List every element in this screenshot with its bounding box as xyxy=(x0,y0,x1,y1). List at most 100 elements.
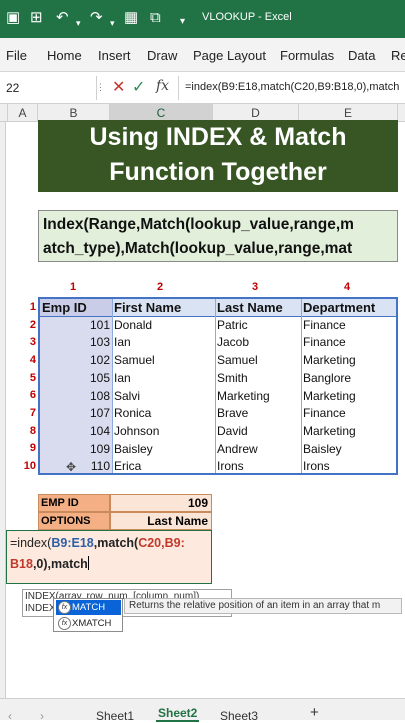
table-cell[interactable]: Finance xyxy=(301,334,396,352)
cell-editor[interactable]: =index(B9:E18,match(C20,B9: B18,0),match xyxy=(6,530,212,584)
table-cell[interactable]: Ian xyxy=(112,370,215,388)
table-cell[interactable]: Samuel xyxy=(215,352,301,370)
table-cell[interactable]: Samuel xyxy=(112,352,215,370)
title-bar: ▣ ⊞ ↶ ▾ ↷ ▾ ▦ ⧉ ▾ VLOOKUP - Excel xyxy=(0,0,405,38)
tab-page-layout[interactable]: Page Layout xyxy=(193,48,266,63)
table-cell[interactable]: Banglore xyxy=(301,370,396,388)
table-cell[interactable]: Irons xyxy=(301,458,396,473)
table-cell[interactable]: Brave xyxy=(215,405,301,423)
select-all-corner[interactable] xyxy=(0,104,8,122)
row-header-strip xyxy=(0,122,6,698)
table-cell[interactable]: 109 xyxy=(40,441,112,459)
header-last-name[interactable]: Last Name xyxy=(215,299,301,317)
row-index: 10 xyxy=(23,460,36,472)
tab-file[interactable]: File xyxy=(6,48,27,63)
tab-formulas[interactable]: Formulas xyxy=(280,48,334,63)
table-cell[interactable]: 105 xyxy=(40,370,112,388)
table-cell[interactable]: 107 xyxy=(40,405,112,423)
table-cell[interactable]: David xyxy=(215,423,301,441)
table-cell[interactable]: Andrew xyxy=(215,441,301,459)
row-index: 3 xyxy=(29,336,36,348)
table-cell[interactable]: Donald xyxy=(112,317,215,335)
redo-icon[interactable]: ↷ xyxy=(90,9,103,27)
table-cell[interactable]: Jacob xyxy=(215,334,301,352)
row-index: 7 xyxy=(29,407,36,419)
banner-line-1: Using INDEX & Match xyxy=(89,123,347,151)
header-first-name[interactable]: First Name xyxy=(112,299,215,317)
options-input[interactable]: Last Name xyxy=(110,512,212,530)
tab-insert[interactable]: Insert xyxy=(98,48,131,63)
employee-table: Emp ID First Name Last Name Department 1… xyxy=(38,297,398,475)
syntax-line-2: atch_type),Match(lookup_value,range,mat xyxy=(43,240,353,257)
column-divider xyxy=(112,299,113,473)
autocomplete-item[interactable]: fx XMATCH xyxy=(56,616,121,631)
table-cell[interactable]: Irons xyxy=(215,458,301,473)
function-icon: fx xyxy=(58,617,71,630)
table-cell[interactable]: 103 xyxy=(40,334,112,352)
table-cell[interactable]: Ian xyxy=(112,334,215,352)
ribbon-tabs: File Home Insert Draw Page Layout Formul… xyxy=(0,38,405,72)
editor-range-ref: B9:E18 xyxy=(51,536,94,550)
title-banner[interactable]: Using INDEX & Match Function Together xyxy=(38,120,398,192)
table-cell[interactable]: 101 xyxy=(40,317,112,335)
options-label: OPTIONS xyxy=(38,512,110,530)
table-cell[interactable]: 102 xyxy=(40,352,112,370)
autocomplete-item[interactable]: fx MATCH xyxy=(56,600,121,615)
table-cell[interactable]: Salvi xyxy=(112,388,215,406)
undo-icon[interactable]: ↶ xyxy=(56,9,69,27)
cancel-icon[interactable]: ✕ xyxy=(112,77,125,97)
table-cell[interactable]: Johnson xyxy=(112,423,215,441)
table-icon[interactable]: ⊞ xyxy=(30,9,43,27)
table-cell[interactable]: Marketing xyxy=(215,388,301,406)
formula-bar: 22 ⋮ ✕ ✓ fx =index(B9:E18,match(C20,B9:B… xyxy=(0,72,405,104)
table-cell[interactable]: Ronica xyxy=(112,405,215,423)
autocomplete-label: MATCH xyxy=(72,602,106,613)
tab-data[interactable]: Data xyxy=(348,48,375,63)
redo-dropdown-icon[interactable]: ▾ xyxy=(110,14,115,32)
table-cell[interactable]: Marketing xyxy=(301,352,396,370)
insert-function-icon[interactable]: fx xyxy=(156,78,169,94)
editor-range-ref: C20 xyxy=(138,536,162,550)
dropdown-icon[interactable]: ▾ xyxy=(180,13,185,31)
scroll-right-icon[interactable]: › xyxy=(40,709,44,723)
header-department[interactable]: Department xyxy=(301,299,396,317)
name-box[interactable]: 22 xyxy=(0,76,97,100)
table-cell[interactable]: Baisley xyxy=(112,441,215,459)
tab-home[interactable]: Home xyxy=(47,48,82,63)
hierarchy-icon[interactable]: ⧉ xyxy=(150,9,161,27)
table-cell[interactable]: Marketing xyxy=(301,388,396,406)
table-cell[interactable]: Baisley xyxy=(301,441,396,459)
autocomplete-list: fx MATCH fx XMATCH xyxy=(53,598,123,632)
editor-range-ref: ,B9: xyxy=(161,536,185,550)
syntax-box[interactable]: Index(Range,Match(lookup_value,range,m a… xyxy=(38,210,398,262)
header-emp-id[interactable]: Emp ID xyxy=(40,299,112,317)
table-cell[interactable]: Finance xyxy=(301,405,396,423)
undo-dropdown-icon[interactable]: ▾ xyxy=(76,14,81,32)
scroll-left-icon[interactable]: ‹ xyxy=(8,709,12,723)
table-cell[interactable]: Smith xyxy=(215,370,301,388)
table-cell[interactable]: Patric xyxy=(215,317,301,335)
sheet-tab[interactable]: Sheet3 xyxy=(220,709,258,723)
formula-input[interactable]: =index(B9:E18,match(C20,B9:B18,0),match xyxy=(185,81,399,93)
column-header-a[interactable]: A xyxy=(8,104,38,122)
autocomplete-description: Returns the relative position of an item… xyxy=(124,598,402,614)
table-cell[interactable]: Finance xyxy=(301,317,396,335)
syntax-line-1: Index(Range,Match(lookup_value,range,m xyxy=(43,216,354,233)
banner-line-2: Function Together xyxy=(109,158,327,186)
column-divider xyxy=(215,299,216,473)
table-cell[interactable]: Marketing xyxy=(301,423,396,441)
row-index: 5 xyxy=(29,372,36,384)
save-icon[interactable]: ▣ xyxy=(6,9,20,27)
emp-id-input[interactable]: 109 xyxy=(110,494,212,512)
table-cell[interactable]: Erica xyxy=(112,458,215,473)
enter-icon[interactable]: ✓ xyxy=(132,77,145,97)
tab-draw[interactable]: Draw xyxy=(147,48,177,63)
add-sheet-button[interactable]: + xyxy=(310,704,319,721)
sheet-tab[interactable]: Sheet1 xyxy=(96,709,134,723)
tab-review[interactable]: Re xyxy=(391,48,405,63)
table-cell[interactable]: 104 xyxy=(40,423,112,441)
row-index: 2 xyxy=(29,319,36,331)
more-icon: ⋮ xyxy=(96,82,105,92)
table-cell[interactable]: 108 xyxy=(40,388,112,406)
grid-icon[interactable]: ▦ xyxy=(124,9,138,27)
